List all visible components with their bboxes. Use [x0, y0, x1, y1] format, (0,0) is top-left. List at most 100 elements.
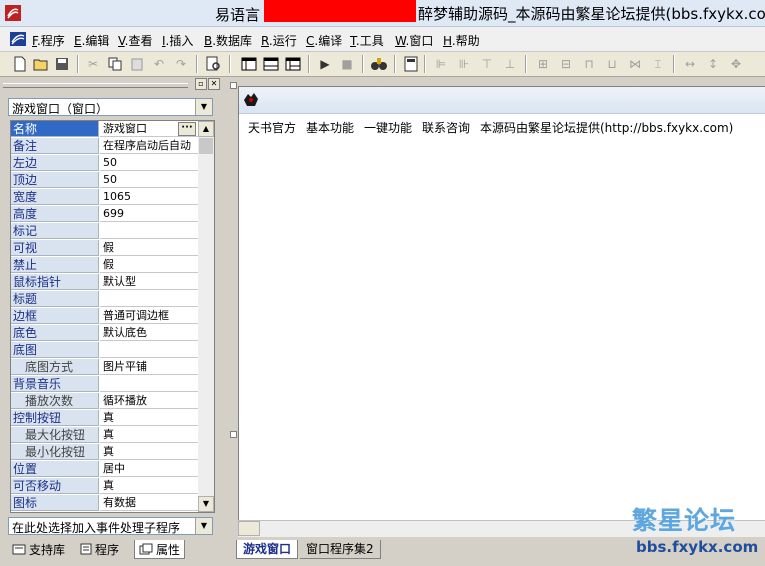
property-value[interactable]: 1065: [100, 189, 198, 205]
undo-icon[interactable]: ↶: [150, 55, 168, 73]
menu-insert[interactable]: I.插入: [162, 32, 193, 49]
align-bottom-icon[interactable]: ⊥: [501, 55, 519, 73]
property-row[interactable]: 名称 游戏窗口: [11, 121, 198, 138]
property-row[interactable]: 标记: [11, 223, 198, 240]
form-menu-official[interactable]: 天书官方: [248, 119, 296, 136]
property-row[interactable]: 禁止假: [11, 257, 198, 274]
property-row[interactable]: 底图: [11, 342, 198, 359]
layout-3-icon[interactable]: [284, 55, 302, 73]
layout-2-icon[interactable]: [262, 55, 280, 73]
property-row[interactable]: 可否移动真: [11, 478, 198, 495]
form-menu-basic[interactable]: 基本功能: [306, 119, 354, 136]
copy-icon[interactable]: [106, 55, 124, 73]
scroll-down-icon[interactable]: ▼: [198, 496, 214, 512]
property-value[interactable]: 50: [100, 155, 198, 171]
property-row[interactable]: 高度 699: [11, 206, 198, 223]
ellipsis-button[interactable]: ···: [178, 122, 196, 136]
panel-pin-icon[interactable]: ▫: [195, 78, 207, 90]
menu-program[interactable]: F.程序: [32, 32, 65, 49]
property-row[interactable]: 底图方式 图片平铺: [11, 359, 198, 376]
property-value[interactable]: 假: [100, 240, 198, 256]
property-row[interactable]: 宽度 1065: [11, 189, 198, 206]
property-value[interactable]: 默认型: [100, 274, 198, 290]
property-row[interactable]: 边框 普通可调边框: [11, 308, 198, 325]
splitter-handle[interactable]: [230, 82, 237, 89]
tab-support-library[interactable]: 支持库: [8, 540, 69, 558]
align-left-icon[interactable]: ⊫: [432, 55, 450, 73]
menu-run[interactable]: R.运行: [261, 32, 297, 49]
chevron-down-icon[interactable]: ▼: [195, 99, 212, 115]
property-row[interactable]: 最大化按钮真: [11, 427, 198, 444]
find-icon[interactable]: [205, 55, 223, 73]
property-value[interactable]: 循环播放: [100, 393, 198, 409]
property-value[interactable]: [100, 342, 198, 358]
center-horizontal-icon[interactable]: ⊞: [534, 55, 552, 73]
property-scrollbar[interactable]: ▲ ▼: [198, 121, 214, 512]
resize-horizontal-icon[interactable]: ↔: [681, 55, 699, 73]
object-selector[interactable]: 游戏窗口（窗口） ▼: [8, 98, 213, 116]
property-value[interactable]: 50: [100, 172, 198, 188]
property-value[interactable]: 普通可调边框: [100, 308, 198, 324]
stop-icon[interactable]: ■: [338, 55, 356, 73]
form-menu-source[interactable]: 本源码由繁星论坛提供(http://bbs.fxykx.com): [480, 119, 733, 136]
resize-vertical-icon[interactable]: ↕: [704, 55, 722, 73]
property-row[interactable]: 顶边 50: [11, 172, 198, 189]
property-value[interactable]: 假: [100, 257, 198, 273]
property-value[interactable]: 真: [100, 444, 198, 460]
property-row[interactable]: 标题: [11, 291, 198, 308]
property-value[interactable]: 真: [100, 410, 198, 426]
event-selector[interactable]: 在此处选择加入事件处理子程序 ▼: [8, 517, 213, 535]
panel-splitter[interactable]: [228, 77, 238, 566]
property-row[interactable]: 底色 默认底色: [11, 325, 198, 342]
debug-icon[interactable]: [370, 55, 388, 73]
property-row[interactable]: 播放次数 循环播放: [11, 393, 198, 410]
form-menu-contact[interactable]: 联系咨询: [422, 119, 470, 136]
menu-database[interactable]: B.数据库: [204, 32, 252, 49]
property-row[interactable]: 控制按钮真: [11, 410, 198, 427]
new-file-icon[interactable]: [11, 55, 29, 73]
layout-1-icon[interactable]: [240, 55, 258, 73]
tab-program[interactable]: 程序: [76, 540, 123, 558]
menu-edit[interactable]: E.编辑: [74, 32, 109, 49]
open-folder-icon[interactable]: [32, 55, 50, 73]
property-row[interactable]: 背景音乐: [11, 376, 198, 393]
menu-view[interactable]: V.查看: [118, 32, 153, 49]
property-value[interactable]: [100, 376, 198, 392]
form-title-bar[interactable]: [239, 87, 765, 114]
calculator-icon[interactable]: [402, 55, 420, 73]
menu-help[interactable]: H.帮助: [443, 32, 480, 49]
property-row[interactable]: 鼠标指针 默认型: [11, 274, 198, 291]
tab-window-program-set[interactable]: 窗口程序集2: [300, 540, 381, 559]
property-row[interactable]: 最小化按钮真: [11, 444, 198, 461]
property-value[interactable]: 真: [100, 478, 198, 494]
menu-compile[interactable]: C.编译: [306, 32, 342, 49]
menu-app-icon[interactable]: [9, 31, 27, 47]
property-value[interactable]: 在程序启动后自动: [100, 138, 198, 154]
form-designer[interactable]: 天书官方 基本功能 一键功能 联系咨询 本源码由繁星论坛提供(http://bb…: [238, 86, 765, 535]
property-row[interactable]: 图标 有数据: [11, 495, 198, 512]
property-value[interactable]: [100, 291, 198, 307]
menu-tools[interactable]: T.工具: [350, 32, 384, 49]
same-width-icon[interactable]: ⊓: [580, 55, 598, 73]
panel-close-icon[interactable]: ✕: [208, 78, 220, 90]
property-value[interactable]: 699: [100, 206, 198, 222]
property-value[interactable]: 默认底色: [100, 325, 198, 341]
scroll-up-icon[interactable]: ▲: [198, 121, 214, 137]
paste-icon[interactable]: [128, 55, 146, 73]
save-icon[interactable]: [53, 55, 71, 73]
property-value[interactable]: [100, 223, 198, 239]
property-row[interactable]: 备注 在程序启动后自动: [11, 138, 198, 155]
same-height-icon[interactable]: ⊔: [603, 55, 621, 73]
splitter-handle[interactable]: [230, 431, 237, 438]
property-row[interactable]: 左边 50: [11, 155, 198, 172]
panel-grip[interactable]: [3, 83, 188, 88]
scroll-left-button[interactable]: [238, 521, 260, 536]
menu-window[interactable]: W.窗口: [395, 32, 433, 49]
chevron-down-icon[interactable]: ▼: [195, 518, 212, 534]
tab-properties[interactable]: 属性: [134, 540, 186, 559]
property-value[interactable]: 图片平铺: [100, 359, 198, 375]
align-top-icon[interactable]: ⊤: [478, 55, 496, 73]
form-menu-one-key[interactable]: 一键功能: [364, 119, 412, 136]
space-horizontal-icon[interactable]: ⋈: [626, 55, 644, 73]
resize-both-icon[interactable]: ✥: [727, 55, 745, 73]
